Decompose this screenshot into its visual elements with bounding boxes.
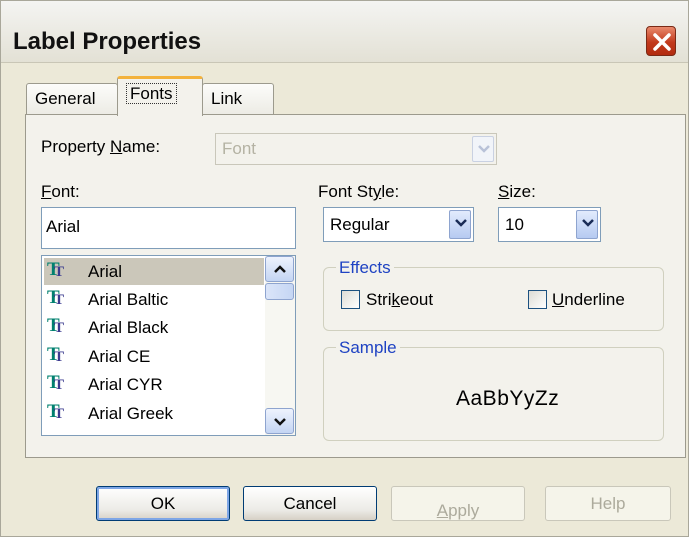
underline-label[interactable]: Underline <box>552 290 625 310</box>
strikeout-checkbox[interactable] <box>341 290 360 309</box>
truetype-font-icon: TT <box>47 372 65 393</box>
font-list-scrollbar[interactable] <box>265 256 295 435</box>
truetype-font-icon: TT <box>47 287 65 308</box>
truetype-font-icon: TT <box>47 315 65 336</box>
list-item[interactable]: TT Arial <box>44 258 264 285</box>
close-icon <box>653 33 671 51</box>
list-item[interactable]: TT Arial Greek <box>44 400 264 427</box>
property-name-dropdown-button <box>472 136 494 162</box>
font-style-label: Font Style: <box>318 182 400 201</box>
underline-checkbox[interactable] <box>528 290 547 309</box>
list-item[interactable]: TT Arial CE <box>44 343 264 370</box>
scroll-down-button[interactable] <box>265 408 294 434</box>
apply-button: Apply <box>391 486 525 521</box>
list-item[interactable]: TT Arial Black <box>44 314 264 341</box>
tab-general-label: General <box>35 89 96 108</box>
property-name-label: Property Name: <box>41 137 161 156</box>
strikeout-label[interactable]: Strikeout <box>366 290 433 310</box>
ok-button[interactable]: OK <box>96 486 230 521</box>
scroll-up-button[interactable] <box>265 256 294 282</box>
list-item[interactable]: TT Arial Baltic <box>44 286 264 313</box>
close-button[interactable] <box>646 26 676 56</box>
size-value: 10 <box>505 215 524 234</box>
font-list[interactable]: TT Arial TT Arial Baltic TT Arial Black … <box>41 255 296 436</box>
tab-link[interactable]: Link <box>202 83 274 115</box>
label-properties-dialog: Label Properties General Fonts Link Prop… <box>0 0 689 537</box>
chevron-up-icon <box>274 265 286 273</box>
effects-title: Effects <box>336 258 394 278</box>
chevron-down-icon <box>582 219 594 227</box>
chevron-down-icon <box>455 219 467 227</box>
scroll-thumb[interactable] <box>265 283 294 300</box>
font-label: Font: <box>41 182 80 201</box>
list-item[interactable]: TT Arial CYR <box>44 371 264 398</box>
property-name-combo: Font <box>215 133 497 165</box>
help-button: Help <box>545 486 671 521</box>
chevron-down-icon <box>478 145 490 153</box>
truetype-font-icon: TT <box>47 344 65 365</box>
font-input[interactable]: Arial <box>41 207 296 249</box>
size-combo[interactable]: 10 <box>498 207 601 242</box>
sample-preview-text: AaBbYyZz <box>456 387 560 410</box>
sample-title: Sample <box>336 338 400 358</box>
tab-fonts-label: Fonts <box>126 83 177 104</box>
font-style-dropdown-button[interactable] <box>449 210 471 239</box>
tab-fonts[interactable]: Fonts <box>117 76 203 116</box>
font-style-value: Regular <box>330 215 390 234</box>
window-title: Label Properties <box>13 28 202 55</box>
tab-link-label: Link <box>211 89 243 108</box>
property-name-value: Font <box>222 139 257 158</box>
title-bar[interactable]: Label Properties <box>1 1 688 63</box>
font-style-combo[interactable]: Regular <box>323 207 474 242</box>
size-dropdown-button[interactable] <box>576 210 598 239</box>
cancel-button[interactable]: Cancel <box>243 486 377 521</box>
size-label: Size: <box>498 182 536 201</box>
tab-general[interactable]: General <box>26 83 118 115</box>
chevron-down-icon <box>274 418 286 426</box>
font-input-value: Arial <box>46 217 81 236</box>
truetype-font-icon: TT <box>47 401 65 422</box>
truetype-font-icon: TT <box>47 259 65 280</box>
